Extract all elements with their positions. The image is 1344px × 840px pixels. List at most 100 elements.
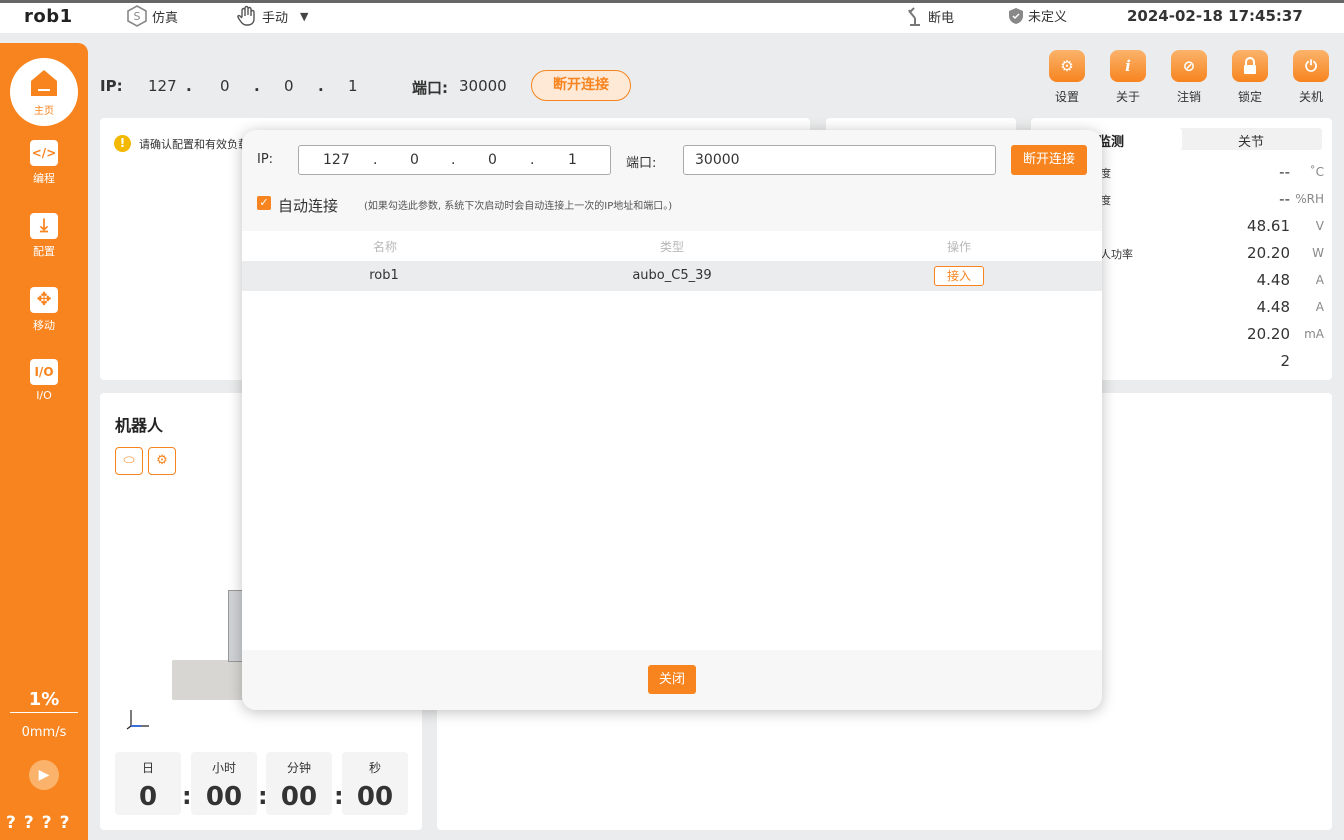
code-icon: </> [30, 140, 58, 166]
warning-text: 请确认配置和有效负载 [139, 137, 249, 151]
sidebar-item-label: 主页 [34, 106, 54, 117]
mode-dropdown[interactable]: 手动 ▼ [236, 5, 308, 27]
play-button[interactable]: ▶ [29, 760, 59, 790]
monitor-row-value: 48.61 [1247, 217, 1290, 235]
port-value: 30000 [459, 77, 507, 95]
robot-floor [172, 660, 252, 700]
monitor-row-value: 4.48 [1256, 271, 1290, 289]
chevron-down-icon: ▼ [300, 9, 309, 23]
sidebar-item-home[interactable]: 主页 [10, 58, 78, 126]
timer-value: 00 [205, 782, 243, 812]
robot-name-cell: rob1 [369, 268, 399, 283]
info-icon: i [1110, 50, 1146, 82]
sidebar-item-label: 配置 [33, 245, 55, 258]
port-input[interactable]: 30000 [683, 145, 996, 175]
play-icon: ▶ [38, 767, 50, 783]
unknown-status: ???? [6, 813, 78, 833]
sidebar-item-label: 移动 [33, 319, 55, 332]
base-icon: ⬭ [123, 453, 135, 468]
dialog-ip-label: IP: [257, 152, 274, 167]
safety-label: 未定义 [1028, 10, 1068, 25]
tab-joint[interactable]: 关节 [1238, 131, 1264, 150]
ip-dot: . [530, 152, 535, 168]
monitor-row-label: 人功率 [1100, 248, 1133, 261]
timer-value: 0 [138, 782, 158, 812]
timer-label: 秒 [368, 761, 381, 775]
datetime: 2024-02-18 17:45:37 [1127, 7, 1303, 25]
lock-label: 锁定 [1237, 90, 1262, 104]
monitor-row-value: -- [1279, 190, 1290, 208]
monitor-row-value: 2 [1280, 352, 1290, 370]
speed-value: 0mm/s [21, 725, 67, 740]
shutdown-label: 关机 [1298, 90, 1323, 104]
ip-label: IP: [100, 77, 123, 95]
logout-button[interactable]: ⊘ 注销 [1165, 50, 1213, 105]
timer-label: 日 [141, 761, 154, 775]
auto-connect-label: 自动连接 [278, 197, 339, 215]
simulation-indicator[interactable]: S 仿真 [126, 5, 178, 27]
connect-robot-button[interactable]: 接入 [934, 266, 984, 286]
about-button[interactable]: i 关于 [1104, 50, 1152, 105]
monitor-row-unit: W [1312, 246, 1324, 260]
monitor-row: 4.48 A [1100, 271, 1328, 293]
dialog-disconnect-button[interactable]: 断开连接 [1011, 145, 1087, 175]
disconnect-button[interactable]: 断开连接 [531, 70, 631, 101]
logout-icon: ⊘ [1171, 50, 1207, 82]
ip-dot: . [254, 77, 260, 95]
monitor-row-unit: ˚C [1309, 165, 1324, 179]
speed-divider [10, 712, 78, 713]
shutdown-button[interactable]: ⏻ 关机 [1287, 50, 1335, 105]
warning-message: ! 请确认配置和有效负载 [114, 135, 249, 152]
timer-value: 00 [280, 782, 318, 812]
column-header-name: 名称 [372, 240, 397, 254]
timer-value: 00 [356, 782, 394, 812]
hand-icon [237, 5, 255, 26]
ip-segment-input[interactable]: 0 [410, 152, 419, 168]
ip-seg: 127 [148, 77, 177, 95]
robot-type-cell: aubo_C5_39 [632, 268, 712, 283]
monitor-row: 48.61 V [1100, 217, 1328, 239]
lock-button[interactable]: 锁定 [1226, 50, 1274, 105]
sidebar-item-move[interactable]: ✥ 移动 [0, 287, 88, 333]
monitor-row-unit: %RH [1295, 192, 1324, 206]
monitor-row: 人功率 20.20 W [1100, 244, 1328, 266]
power-label: 断电 [928, 10, 955, 26]
monitor-row-unit: mA [1304, 327, 1324, 341]
mode-label: 手动 [262, 10, 289, 26]
monitor-row-value: 20.20 [1247, 325, 1290, 343]
monitor-row-unit: A [1315, 300, 1324, 314]
settings-label: 设置 [1054, 90, 1079, 104]
timer-label: 分钟 [286, 761, 311, 775]
ip-seg: 1 [348, 77, 358, 95]
timer-days: 日0 [115, 752, 181, 815]
column-header-type: 类型 [659, 240, 684, 254]
axis-icon [126, 710, 149, 730]
ip-segment-input[interactable]: 1 [568, 152, 577, 168]
move-icon: ✥ [30, 287, 58, 313]
auto-connect-checkbox[interactable]: ✓ [257, 196, 271, 210]
ip-segment-input[interactable]: 127 [323, 152, 350, 168]
ip-segment-input[interactable]: 0 [488, 152, 497, 168]
sidebar-item-label: 编程 [33, 172, 55, 185]
sidebar-item-io[interactable]: I/O I/O [0, 359, 88, 402]
monitor-row: 度 -- ˚C [1100, 163, 1328, 185]
base-view-button[interactable]: ⬭ [115, 447, 143, 475]
settings-button[interactable]: ⚙ 设置 [1043, 50, 1091, 105]
robot-arm-icon: ⚙ [156, 453, 168, 468]
io-icon: I/O [30, 359, 58, 385]
power-status: 断电 [906, 6, 954, 26]
ip-seg: 0 [220, 77, 230, 95]
sidebar-item-program[interactable]: </> 编程 [0, 140, 88, 186]
download-icon: ⤓ [30, 213, 58, 239]
monitor-row: 20.20 mA [1100, 325, 1328, 347]
safety-status: 未定义 [1008, 6, 1067, 25]
close-button[interactable]: 关闭 [648, 665, 696, 694]
monitor-row-value: 20.20 [1247, 244, 1290, 262]
timer-label: 小时 [211, 761, 236, 775]
robot-panel-title: 机器人 [115, 416, 164, 435]
monitor-row-value: -- [1279, 163, 1290, 181]
sidebar-item-config[interactable]: ⤓ 配置 [0, 213, 88, 259]
gear-icon: ⚙ [1049, 50, 1085, 82]
robot-view-button[interactable]: ⚙ [148, 447, 176, 475]
timer-seconds: 秒 00 [342, 752, 408, 815]
